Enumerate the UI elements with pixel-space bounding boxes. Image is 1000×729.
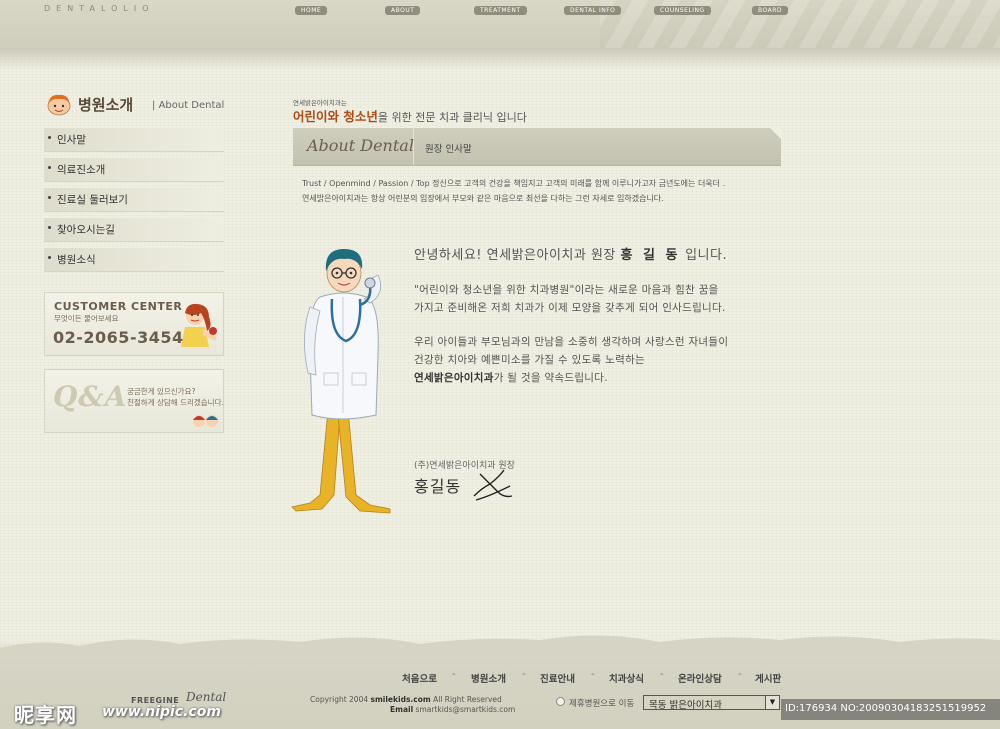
section-header-bar: About Dental 원장 인사말 [293,128,782,166]
bullet-icon [48,256,51,259]
header-corner-cut [770,128,782,140]
sidebar-menu: 인사말 의료진소개 진료실 둘러보기 찾아오시는길 병원소식 [44,128,224,278]
section-header-kr: 원장 인사말 [425,144,472,155]
footer-separator: - [738,669,742,680]
sidebar-title-en: | About Dental [152,100,225,111]
qa-line-2: 친절하게 상담해 드리겠습니다. [127,398,224,407]
sidebar-item-label: 인사말 [57,134,86,146]
nav-about[interactable]: ABOUT [385,6,421,16]
footer-nav-home[interactable]: 처음으로 [402,671,437,685]
logo-subtitle[interactable]: DENTALOLIO [44,4,155,13]
bullet-icon [48,136,51,139]
sidebar-title-kr: 병원소개 [78,96,134,114]
footer-separator: - [452,669,456,680]
kids-illustration-icon [193,415,218,427]
footer-nav-board[interactable]: 게시판 [755,671,781,685]
bullet-icon [48,226,51,229]
signature-scrawl-icon [473,469,513,501]
nav-home[interactable]: HOME [295,6,328,16]
nav-dental-info[interactable]: DENTAL INFO [564,6,622,16]
family-site-select[interactable]: 목동 밝은아이치과 ▼ [643,695,780,711]
section-header-left: About Dental [293,128,414,165]
sidebar-item-label: 진료실 둘러보기 [57,194,128,206]
footer-nav-counseling[interactable]: 온라인상담 [678,671,722,685]
sidebar-item-label: 찾아오시는길 [57,224,115,236]
paragraph-1-line-1: "어린이와 청소년을 위한 치과병원"이라는 새로운 마음과 힘찬 꿈을 [414,284,719,296]
footer-separator: - [591,669,595,680]
motto-line-1: Trust / Openmind / Passion / Top 정신으로 고객… [302,179,726,188]
customer-center-subtitle: 무엇이든 물어보세요 [54,314,119,323]
footer-logo-script: Dental [186,690,227,704]
footer-email: Email smartkids@smartkids.com [390,705,516,714]
sidebar-item-greeting[interactable]: 인사말 [44,128,224,152]
chevron-down-icon[interactable]: ▼ [765,696,779,709]
sidebar-item-tour[interactable]: 진료실 둘러보기 [44,188,224,212]
customer-center-phone: 02-2065-3454 [53,328,184,347]
paragraph-2-line-3: 연세밝은아이치과가 될 것을 약속드립니다. [414,372,608,384]
watermark-id-box: ID:176934 NO:20090304183251519952 [781,699,1000,720]
footer-nav-dental-info[interactable]: 치과상식 [609,671,644,685]
qa-banner[interactable]: Q&A 궁금한게 있으신가요? 친절하게 상담해 드리겠습니다. [44,369,224,433]
watermark-url: www.nipic.com [102,704,221,720]
paragraph-1-line-2: 가지고 준비해온 저희 치과가 이제 모양을 갖추게 되어 인사드립니다. [414,302,726,314]
sidebar-item-label: 병원소식 [57,254,96,266]
nav-counseling[interactable]: COUNSELING [654,6,711,16]
family-site-label: 제휴병원으로 이동 [569,699,635,709]
footer-separator: - [522,669,526,680]
customer-center-title: CUSTOMER CENTER [54,300,183,313]
footer-nav-treatment[interactable]: 진료안내 [540,671,575,685]
sidebar-item-label: 의료진소개 [57,164,106,176]
doctor-illustration [291,249,391,514]
bullet-icon [48,196,51,199]
footer-separator: - [660,669,664,680]
customer-center-banner[interactable]: CUSTOMER CENTER 무엇이든 물어보세요 02-2065-3454 [44,292,224,356]
signature-name: 홍길동 [414,477,462,496]
kid-face-icon [47,94,71,116]
top-band: DENTALOLIO HOME ABOUT TREATMENT DENTAL I… [0,0,1000,70]
paragraph-2-line-2: 건강한 치아와 예쁜미소를 가질 수 있도록 노력하는 [414,354,645,366]
sidebar-item-directions[interactable]: 찾아오시는길 [44,218,224,242]
qa-line-1: 궁금한게 있으신가요? [127,387,196,396]
bullet-icon [48,166,51,169]
qa-logo: Q&A [53,380,128,413]
family-site-selected: 목동 밝은아이치과 [649,700,722,711]
nav-board[interactable]: BOARD [752,6,789,16]
watermark-brand: 昵享网 [14,703,77,727]
nurse-illustration-icon [181,303,217,347]
section-header-en: About Dental [307,136,414,155]
paragraph-2-line-1: 우리 아이들과 부모님과의 만남을 소중히 생각하며 사랑스런 자녀들이 [414,336,729,348]
nav-treatment[interactable]: TREATMENT [474,6,527,16]
tagline: 어린이와 청소년을 위한 전문 치과 클리닉 입니다 [293,109,527,124]
family-site-icon [556,697,565,706]
sidebar-item-doctors[interactable]: 의료진소개 [44,158,224,182]
footer-nav-about[interactable]: 병원소개 [471,671,506,685]
greeting: 안녕하세요! 연세밝은아이치과 원장 홍 길 동 입니다. [414,248,728,263]
copyright: Copyright 2004 smilekids.com All Right R… [310,695,502,704]
motto-line-2: 연세밝은아이치과는 항상 어린분의 입장에서 부모와 같은 마음으로 최선을 다… [302,194,664,203]
sidebar-item-news[interactable]: 병원소식 [44,248,224,272]
